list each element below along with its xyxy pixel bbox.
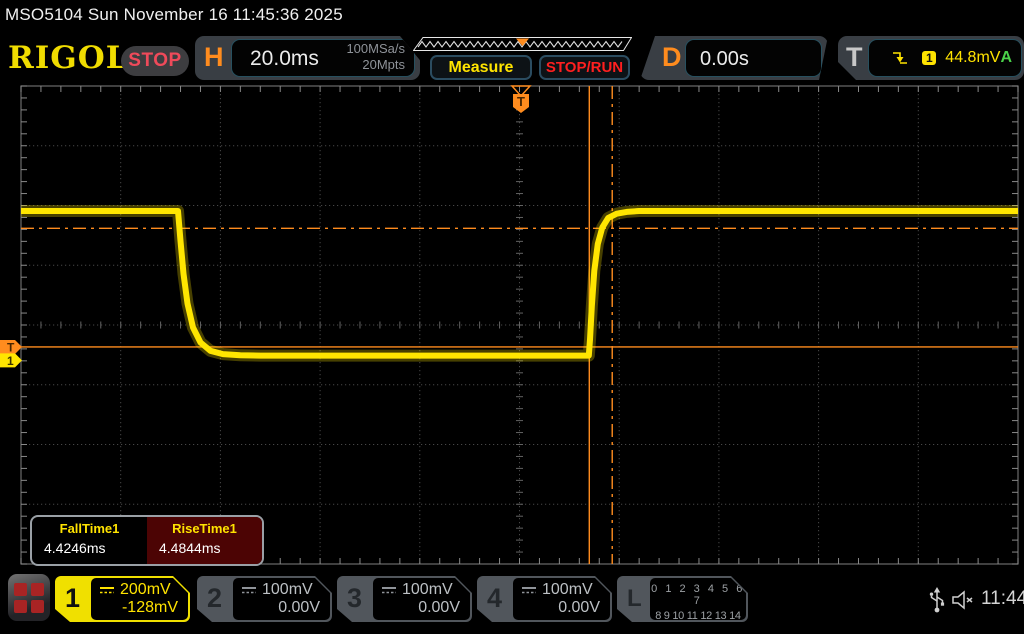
channel-number: 2 — [207, 583, 222, 614]
measurement-name: FallTime1 — [32, 521, 147, 536]
logic-analyzer-info: 0 1 2 3 4 5 6 7 8 9 10 11 12 13 14 15 — [650, 578, 746, 620]
menu-grid-icon — [31, 583, 44, 596]
measurement-value: 4.4246ms — [32, 540, 147, 556]
main-menu-button[interactable] — [8, 574, 50, 621]
ch1-trace[interactable] — [21, 211, 1018, 356]
channel-scale: 200mV — [120, 581, 171, 599]
dc-coupling-icon — [381, 586, 397, 595]
channel-offset: 0.00V — [558, 599, 600, 617]
oscilloscope-screen: { "header": { "title": "MSO5104 Sun Nove… — [0, 0, 1024, 630]
channel-number: 3 — [347, 583, 362, 614]
measurement-results-box[interactable]: FallTime1 4.4246ms RiseTime1 4.4844ms — [30, 515, 264, 566]
logic-analyzer-label: L — [627, 585, 642, 613]
measurement-name: RiseTime1 — [147, 521, 262, 536]
ch1-trace-glow — [21, 211, 1018, 356]
channel-1-info: 200mV -128mV — [91, 578, 188, 620]
channel-number: 4 — [487, 583, 502, 614]
channel-offset: -128mV — [122, 599, 178, 617]
channel-1-flag-number: 1 — [7, 354, 14, 368]
channel-3-panel[interactable]: 3 100mV 0.00V — [337, 576, 472, 622]
channel-scale: 100mV — [262, 581, 313, 599]
menu-grid-icon — [14, 583, 27, 596]
graticule — [21, 86, 1018, 564]
channel-scale: 100mV — [402, 581, 453, 599]
dc-coupling-icon — [521, 586, 537, 595]
digital-channels-row1: 0 1 2 3 4 5 6 7 — [650, 583, 746, 607]
channel-offset: 0.00V — [418, 599, 460, 617]
logic-analyzer-panel[interactable]: L 0 1 2 3 4 5 6 7 8 9 10 11 12 13 14 15 — [617, 576, 748, 622]
channel-scale: 100mV — [542, 581, 593, 599]
channel-3-info: 100mV 0.00V — [373, 578, 470, 620]
channel-number: 1 — [65, 583, 80, 614]
measurement-value: 4.4844ms — [147, 540, 262, 556]
menu-grid-icon — [31, 600, 44, 613]
trigger-position-letter: T — [517, 94, 525, 109]
channel-2-info: 100mV 0.00V — [233, 578, 330, 620]
usb-icon — [928, 586, 946, 614]
menu-grid-icon — [14, 600, 27, 613]
dc-coupling-icon — [241, 586, 257, 595]
channel-1-panel[interactable]: 1 200mV -128mV — [55, 576, 190, 622]
measurement-falltime[interactable]: FallTime1 4.4246ms — [32, 517, 147, 564]
measurement-risetime[interactable]: RiseTime1 4.4844ms — [147, 517, 262, 564]
channel-4-info: 100mV 0.00V — [513, 578, 610, 620]
dc-coupling-icon — [99, 586, 115, 595]
channel-4-panel[interactable]: 4 100mV 0.00V — [477, 576, 612, 622]
clock: 11:44 — [981, 588, 1024, 610]
channel-offset: 0.00V — [278, 599, 320, 617]
channel-2-panel[interactable]: 2 100mV 0.00V — [197, 576, 332, 622]
trigger-level-flag-letter: T — [7, 341, 15, 355]
speaker-muted-icon — [951, 590, 977, 610]
